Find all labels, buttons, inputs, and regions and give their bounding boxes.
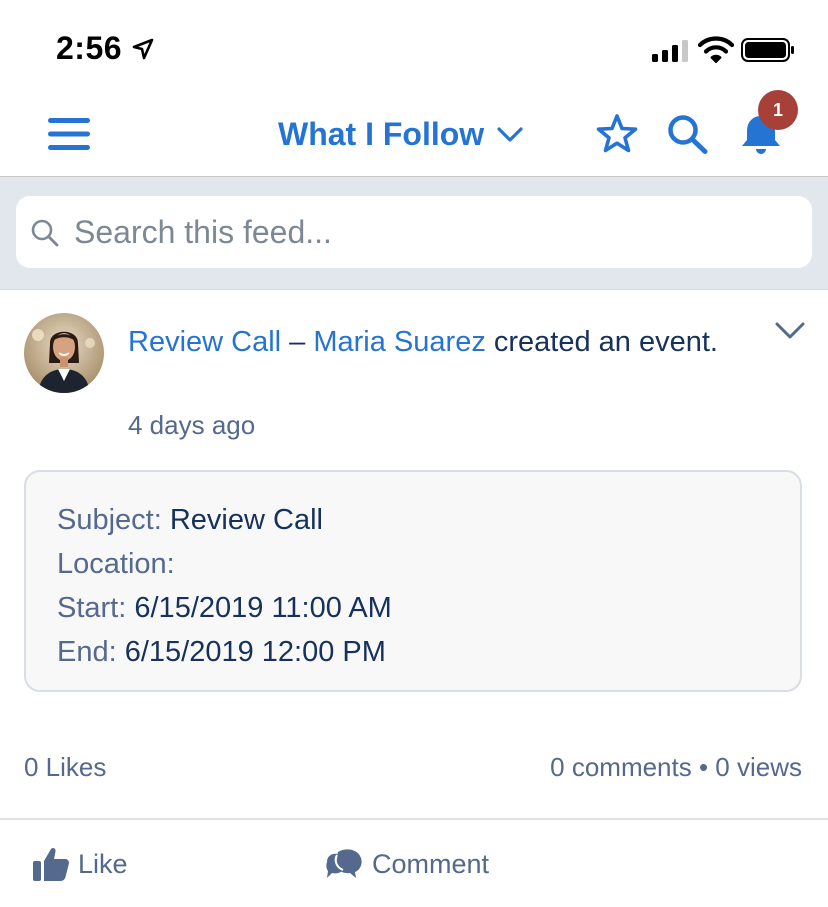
thumbs-up-icon [33, 847, 69, 881]
subject-value: Review Call [169, 504, 323, 536]
event-start: Start: 6/15/2019 11:00 AM [57, 586, 392, 630]
location-label: Location: [57, 548, 175, 580]
divider [0, 818, 828, 820]
post-timestamp: 4 days ago [128, 410, 256, 440]
cellular-signal-icon [652, 40, 688, 62]
chevron-down-icon[interactable] [774, 316, 806, 344]
like-label: Like [78, 848, 128, 879]
comments-views-count: 0 comments • 0 views [550, 752, 802, 782]
feed-title: What I Follow [278, 116, 485, 152]
event-card[interactable]: Subject: Review Call Location: Start: 6/… [24, 470, 802, 692]
end-label: End: [57, 636, 117, 668]
end-value: 6/15/2019 12:00 PM [124, 636, 386, 668]
comment-icon [326, 849, 362, 878]
comment-button[interactable]: Comment [324, 842, 489, 886]
post-header: Review Call – Maria Suarez created an ev… [128, 320, 768, 364]
feed-selector[interactable]: What I Follow [278, 116, 524, 153]
chevron-down-icon [497, 126, 523, 142]
post-action-text: created an event. [485, 326, 718, 358]
author-link[interactable]: Maria Suarez [313, 326, 485, 358]
event-location: Location: [57, 542, 175, 586]
record-link[interactable]: Review Call [128, 326, 281, 358]
location-arrow-icon [132, 38, 154, 60]
event-end: End: 6/15/2019 12:00 PM [57, 630, 386, 674]
search-box [16, 196, 812, 268]
status-bar: 2:56 [0, 0, 828, 96]
like-button[interactable]: Like [32, 842, 128, 886]
event-subject: Subject: Review Call [57, 498, 323, 542]
comment-label: Comment [372, 848, 490, 879]
wifi-icon [698, 36, 734, 63]
battery-icon [741, 38, 794, 62]
notification-badge: 1 [758, 90, 798, 130]
subject-label: Subject: [57, 504, 162, 536]
link-separator: – [281, 326, 314, 358]
likes-count[interactable]: 0 Likes [24, 752, 106, 783]
search-feed-input[interactable] [74, 210, 794, 254]
hamburger-icon[interactable] [48, 117, 90, 151]
avatar[interactable] [24, 313, 104, 393]
start-value: 6/15/2019 11:00 AM [134, 592, 392, 624]
user-photo [24, 313, 104, 393]
nav-bar: What I Follow [0, 96, 828, 177]
search-icon[interactable] [666, 114, 710, 154]
start-label: Start: [57, 592, 127, 624]
search-icon [31, 219, 59, 247]
star-icon[interactable] [596, 113, 638, 153]
search-region [0, 177, 828, 290]
status-time: 2:56 [56, 30, 123, 66]
